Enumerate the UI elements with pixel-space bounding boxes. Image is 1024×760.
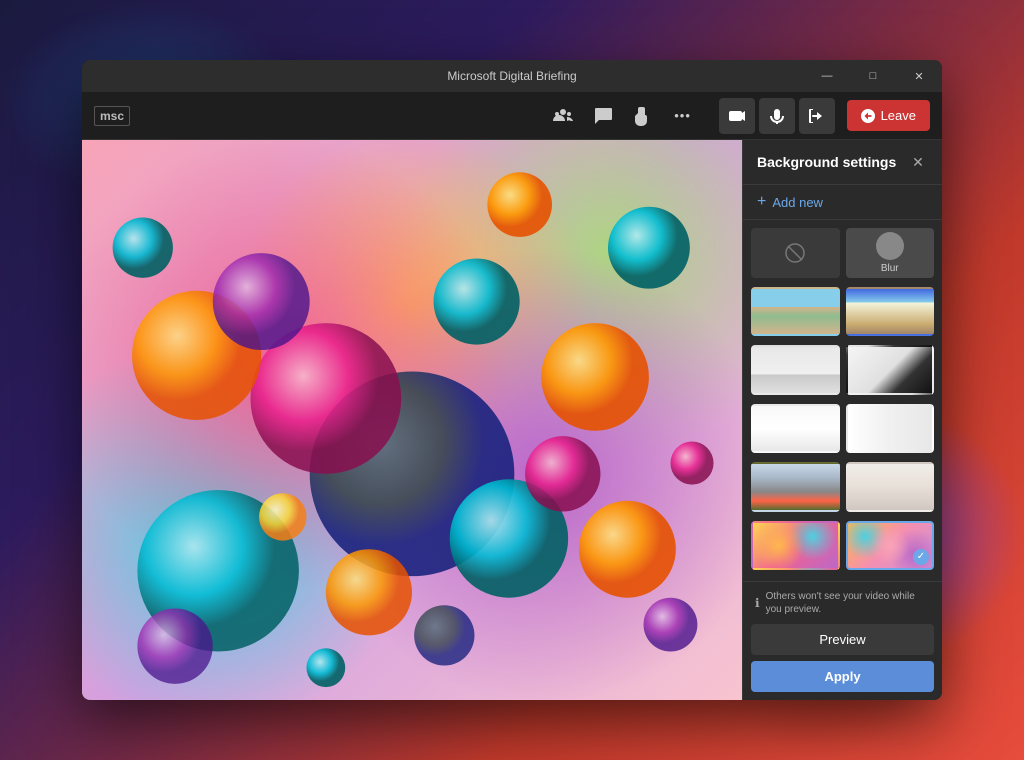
background-white-1[interactable]	[751, 404, 840, 454]
more-icon-button[interactable]: •••	[667, 100, 699, 132]
panel-footer: ℹ Others won't see your video while you …	[743, 581, 942, 700]
toolbar-actions: •••	[547, 100, 699, 132]
people-icon-button[interactable]	[547, 100, 579, 132]
backgrounds-grid: Blur	[743, 220, 942, 581]
blur-avatar-icon	[876, 232, 904, 260]
camera-button[interactable]	[719, 98, 755, 134]
background-outdoor-1[interactable]	[846, 287, 935, 337]
info-row: ℹ Others won't see your video while you …	[751, 590, 934, 616]
maximize-button[interactable]: □	[850, 60, 896, 92]
background-minimal-1[interactable]	[846, 462, 935, 512]
background-blur[interactable]: Blur	[846, 228, 935, 278]
window-controls: — □ ✕	[804, 60, 942, 92]
leave-button[interactable]: Leave	[847, 100, 930, 131]
preview-button[interactable]: Preview	[751, 624, 934, 655]
background-colorful-1[interactable]	[751, 521, 840, 571]
video-background	[82, 140, 742, 700]
main-content: Background settings ✕ + Add new B	[82, 140, 942, 700]
background-office-1[interactable]	[751, 287, 840, 337]
background-white-2[interactable]	[846, 404, 935, 454]
background-room-1[interactable]	[751, 345, 840, 395]
chat-icon-button[interactable]	[587, 100, 619, 132]
share-button[interactable]	[799, 98, 835, 134]
background-room-2[interactable]	[846, 345, 935, 395]
panel-title: Background settings	[757, 154, 896, 170]
panel-header: Background settings ✕	[743, 140, 942, 185]
close-button[interactable]: ✕	[896, 60, 942, 92]
hand-icon-button[interactable]	[627, 100, 659, 132]
background-colorful-2[interactable]	[846, 521, 935, 571]
logo: msc	[94, 106, 130, 126]
background-settings-panel: Background settings ✕ + Add new B	[742, 140, 942, 700]
mic-button[interactable]	[759, 98, 795, 134]
window-title: Microsoft Digital Briefing	[447, 69, 576, 83]
apply-button[interactable]: Apply	[751, 661, 934, 692]
add-new-button[interactable]: + Add new	[743, 185, 942, 220]
background-modern-1[interactable]	[751, 462, 840, 512]
minimize-button[interactable]: —	[804, 60, 850, 92]
background-none[interactable]	[751, 228, 840, 278]
info-icon: ℹ	[755, 596, 760, 610]
title-bar: Microsoft Digital Briefing — □ ✕	[82, 60, 942, 92]
video-area	[82, 140, 742, 700]
app-window: Microsoft Digital Briefing — □ ✕ msc	[82, 60, 942, 700]
panel-close-button[interactable]: ✕	[908, 152, 928, 172]
toolbar: msc •••	[82, 92, 942, 140]
media-controls: Leave	[719, 98, 930, 134]
